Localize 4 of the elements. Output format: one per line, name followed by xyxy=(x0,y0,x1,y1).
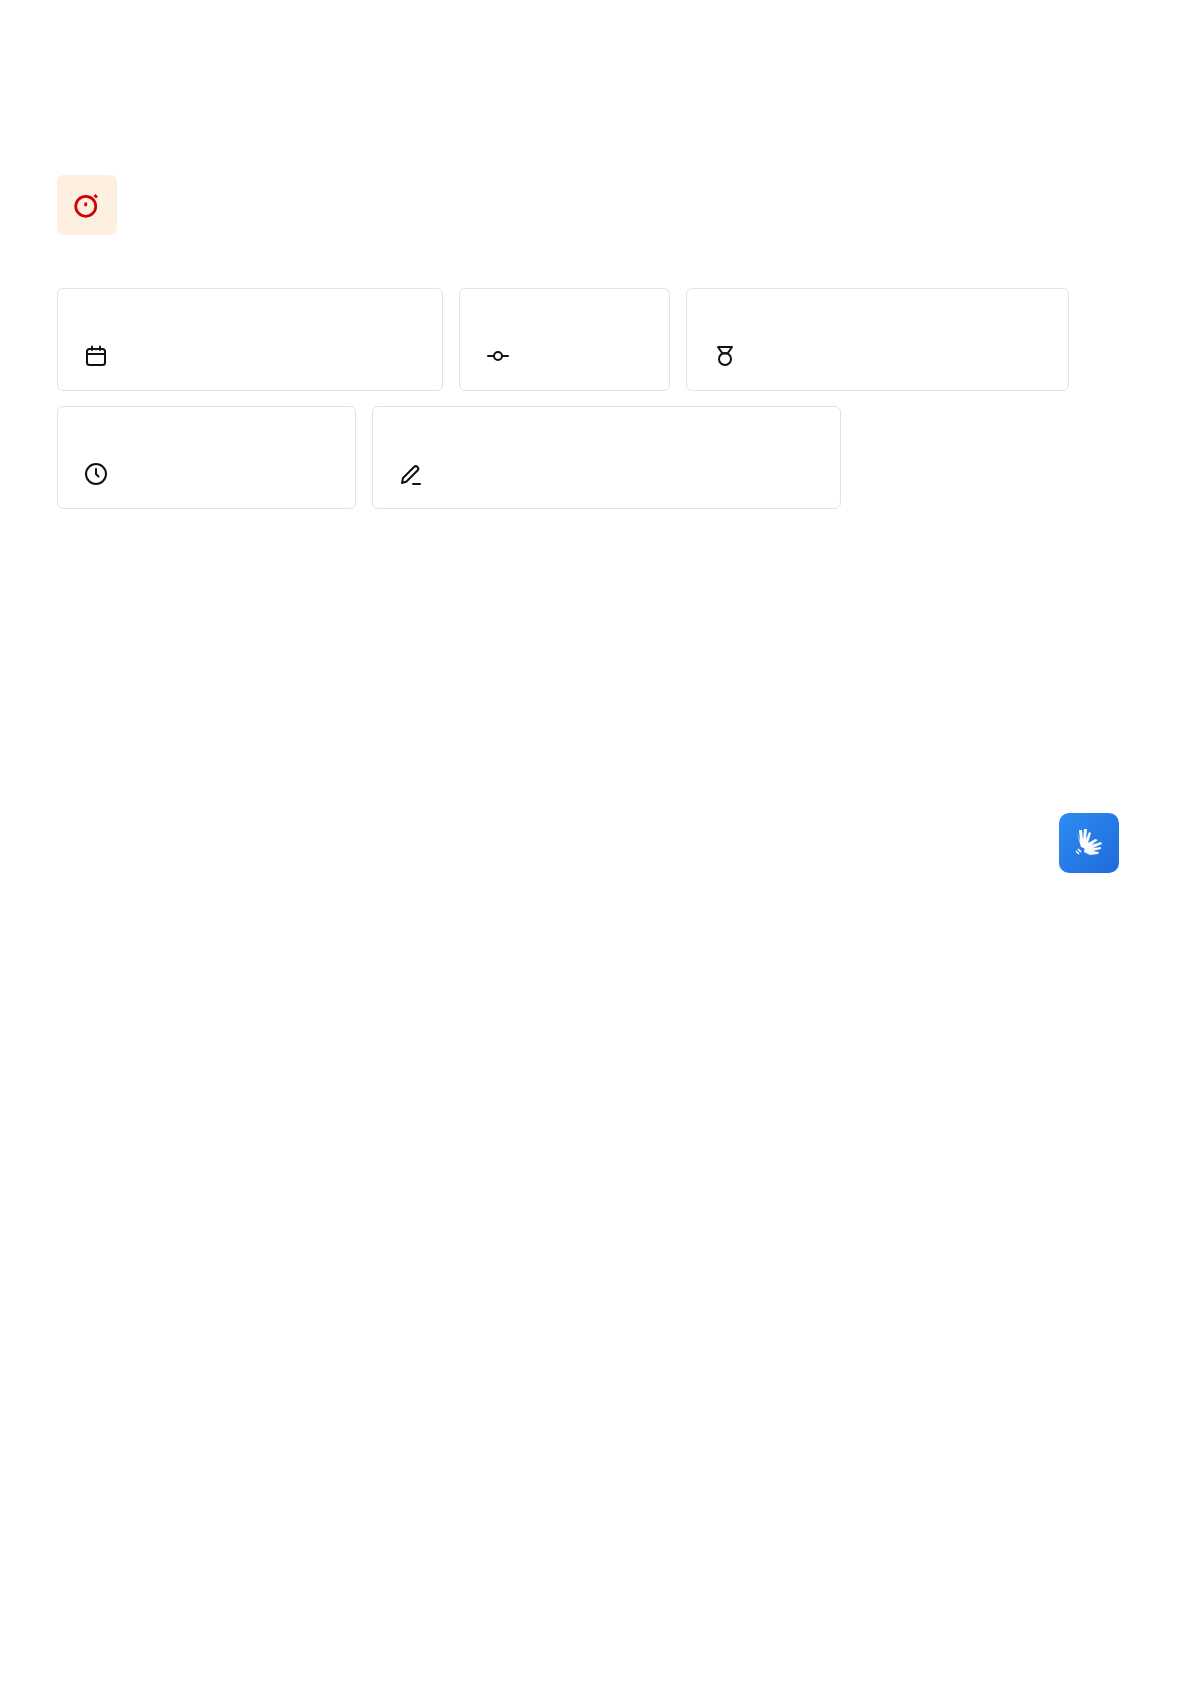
pencil-icon xyxy=(399,462,423,486)
clock-icon xyxy=(84,462,108,486)
calendar-icon xyxy=(84,344,108,368)
accessibility-button[interactable] xyxy=(1059,813,1119,873)
